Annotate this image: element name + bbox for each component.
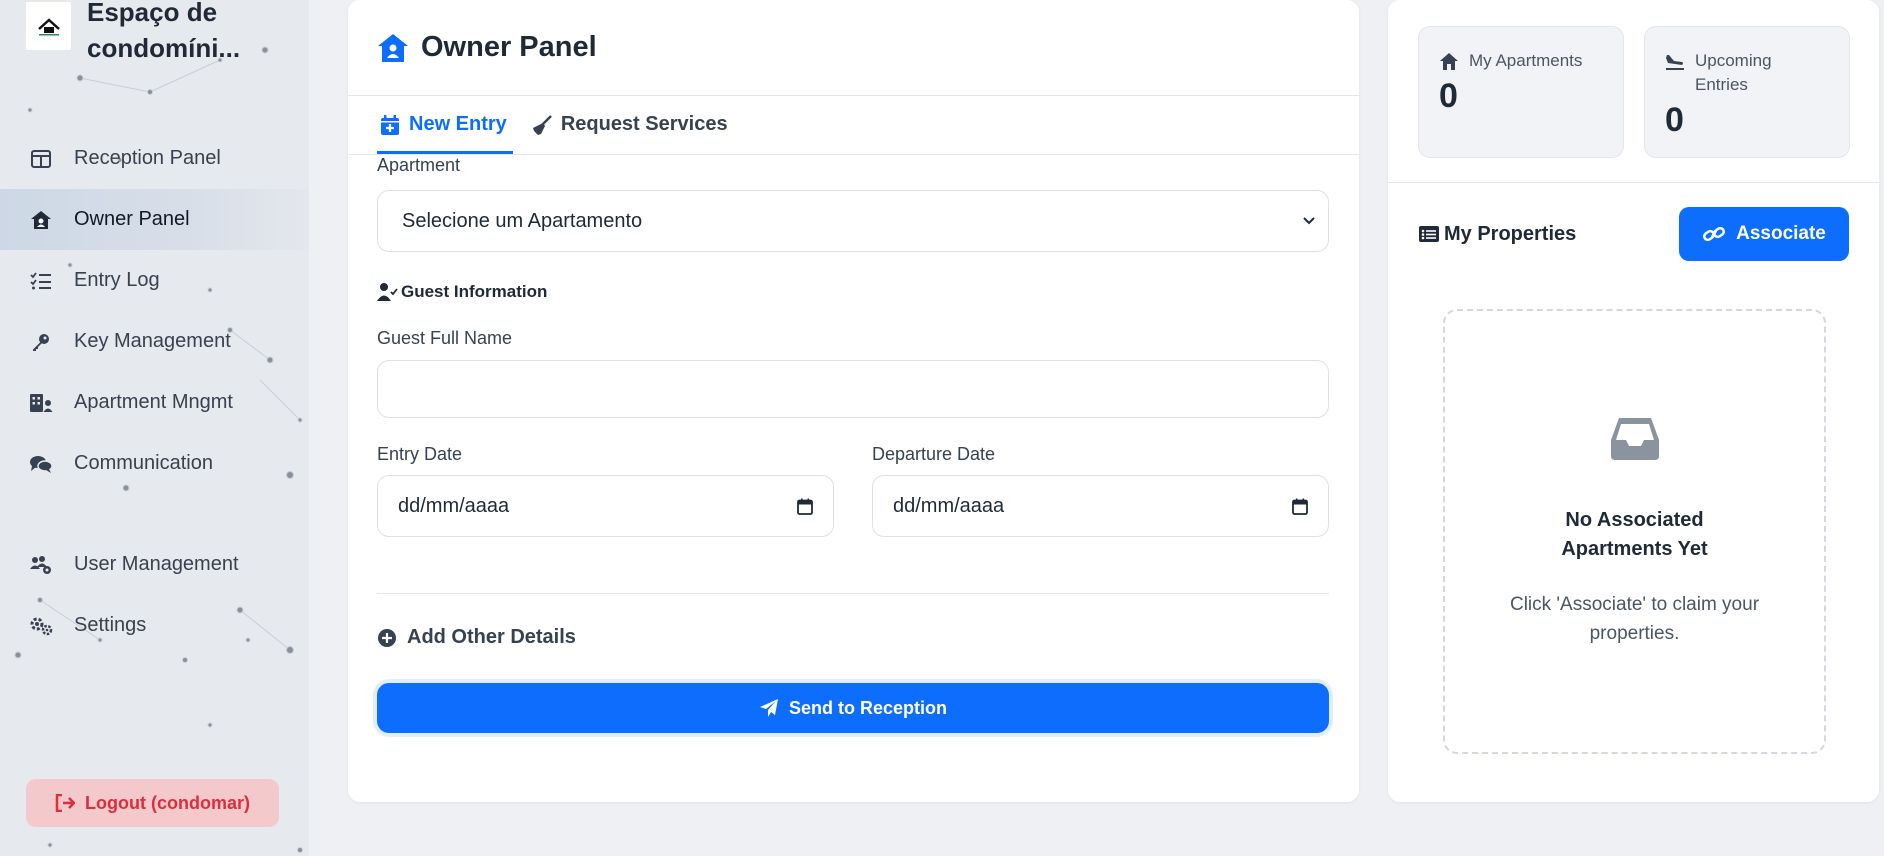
- associate-button[interactable]: Associate: [1679, 207, 1849, 261]
- sidebar-item-label: Reception Panel: [74, 147, 221, 169]
- list-alt-icon: [1419, 226, 1439, 242]
- entry-date-value: dd/mm/aaaa: [398, 494, 510, 517]
- departure-date-label: Departure Date: [872, 444, 996, 464]
- sidebar-item-label: Apartment Mngmt: [74, 391, 233, 413]
- paper-plane-icon: [759, 699, 778, 717]
- building-user-icon: [28, 390, 54, 416]
- entry-date-label: Entry Date: [377, 444, 463, 464]
- sidebar-item-label: User Management: [74, 553, 239, 575]
- sidebar-item-label: Owner Panel: [74, 208, 190, 230]
- tab-label: New Entry: [409, 113, 507, 135]
- stat-value: 0: [1665, 101, 1684, 139]
- entry-date-group: Entry Date dd/mm/aaaa: [377, 444, 834, 537]
- empty-state-description: Click 'Associate' to claim your properti…: [1509, 594, 1760, 644]
- sidebar-item-label: Communication: [74, 452, 213, 474]
- columns-icon: [28, 146, 54, 172]
- empty-state: No Associated Apartments Yet Click 'Asso…: [1443, 309, 1826, 754]
- sidebar-item-label: Entry Log: [74, 269, 160, 291]
- tab-request-services[interactable]: Request Services: [529, 95, 734, 154]
- tab-label: Request Services: [560, 113, 728, 135]
- calendar-plus-icon: [381, 114, 399, 135]
- users-gear-icon: [28, 552, 54, 578]
- sidebar-item-label: Settings: [74, 614, 147, 636]
- panel-header: Owner Panel: [348, 0, 1359, 96]
- entry-date-input[interactable]: dd/mm/aaaa: [377, 475, 834, 537]
- departure-date-input[interactable]: dd/mm/aaaa: [872, 475, 1329, 537]
- sidebar-item-owner-panel[interactable]: Owner Panel: [0, 189, 309, 250]
- guest-information-heading: Guest Information: [377, 282, 1329, 302]
- plane-arrival-icon: [1665, 55, 1684, 70]
- link-icon: [1703, 226, 1726, 242]
- list-check-icon: [28, 268, 54, 294]
- sidebar: Espaço de condomíni... Reception Panel O…: [0, 0, 309, 856]
- sidebar-item-label: Key Management: [74, 330, 231, 352]
- logout-label: Logout (condomar): [85, 792, 250, 813]
- tab-new-entry[interactable]: New Entry: [377, 95, 513, 154]
- plus-circle-icon: [378, 628, 396, 647]
- summary-divider: [1388, 182, 1879, 183]
- apartment-label: Apartment: [377, 155, 461, 175]
- send-to-reception-button[interactable]: Send to Reception: [377, 683, 1329, 733]
- stat-upcoming-entries: Upcoming Entries 0: [1644, 26, 1850, 158]
- departure-date-value: dd/mm/aaaa: [893, 494, 1005, 517]
- broom-icon: [532, 114, 552, 135]
- sidebar-nav: Reception Panel Owner Panel Entry Log Ke…: [0, 128, 309, 656]
- sidebar-item-entry-log[interactable]: Entry Log: [0, 250, 309, 311]
- sidebar-item-user-management[interactable]: User Management: [0, 534, 309, 595]
- summary-card: My Apartments 0 Upcoming Entries 0 My Pr…: [1388, 0, 1879, 802]
- tab-bar: New Entry Request Services: [348, 96, 1359, 155]
- my-properties-header: My Properties Associate: [1418, 207, 1849, 261]
- logout-button[interactable]: Logout (condomar): [26, 779, 279, 827]
- sidebar-item-communication[interactable]: Communication: [0, 433, 309, 494]
- sidebar-item-settings[interactable]: Settings: [0, 595, 309, 656]
- calendar-icon[interactable]: [1292, 498, 1308, 515]
- departure-date-group: Departure Date dd/mm/aaaa: [872, 444, 1329, 537]
- guest-name-input[interactable]: [377, 360, 1329, 418]
- key-icon: [28, 329, 54, 355]
- stat-label: Upcoming Entries: [1694, 51, 1772, 94]
- house-user-icon: [28, 207, 54, 233]
- empty-state-title: No Associated Apartments Yet: [1561, 509, 1708, 560]
- comments-icon: [28, 451, 54, 477]
- form-divider: [377, 593, 1329, 594]
- page-title: Owner Panel: [421, 31, 597, 63]
- sign-out-icon: [55, 794, 75, 812]
- sidebar-item-key-management[interactable]: Key Management: [0, 311, 309, 372]
- my-properties-title: My Properties: [1418, 223, 1576, 246]
- apartment-selected-value: Selecione um Apartamento: [402, 209, 643, 232]
- user-check-icon: [377, 283, 398, 301]
- guest-name-label: Guest Full Name: [377, 328, 513, 348]
- stat-value: 0: [1439, 77, 1458, 115]
- stat-label: My Apartments: [1469, 51, 1583, 70]
- sidebar-item-reception-panel[interactable]: Reception Panel: [0, 128, 309, 189]
- apartment-select[interactable]: Selecione um Apartamento: [377, 190, 1329, 252]
- owner-panel-card: Owner Panel New Entry Request Services A…: [348, 0, 1359, 802]
- calendar-icon[interactable]: [797, 498, 813, 515]
- home-icon: [1440, 53, 1458, 70]
- add-other-details-toggle[interactable]: Add Other Details: [377, 626, 1329, 649]
- date-row: Entry Date dd/mm/aaaa Departure Date dd/…: [377, 444, 1329, 537]
- app-name: Espaço de condomíni...: [87, 0, 241, 63]
- gears-icon: [28, 613, 54, 639]
- app-logo: [26, 2, 71, 50]
- new-entry-form: Apartment Selecione um Apartamento Guest…: [377, 155, 1329, 733]
- brand: Espaço de condomíni...: [26, 0, 287, 66]
- stats-row: My Apartments 0 Upcoming Entries 0: [1418, 26, 1850, 158]
- stat-my-apartments: My Apartments 0: [1418, 26, 1624, 158]
- inbox-icon: [1610, 418, 1659, 460]
- house-user-icon: [378, 33, 408, 62]
- sidebar-item-apartment-mngmt[interactable]: Apartment Mngmt: [0, 372, 309, 433]
- chevron-down-icon: [1303, 217, 1315, 225]
